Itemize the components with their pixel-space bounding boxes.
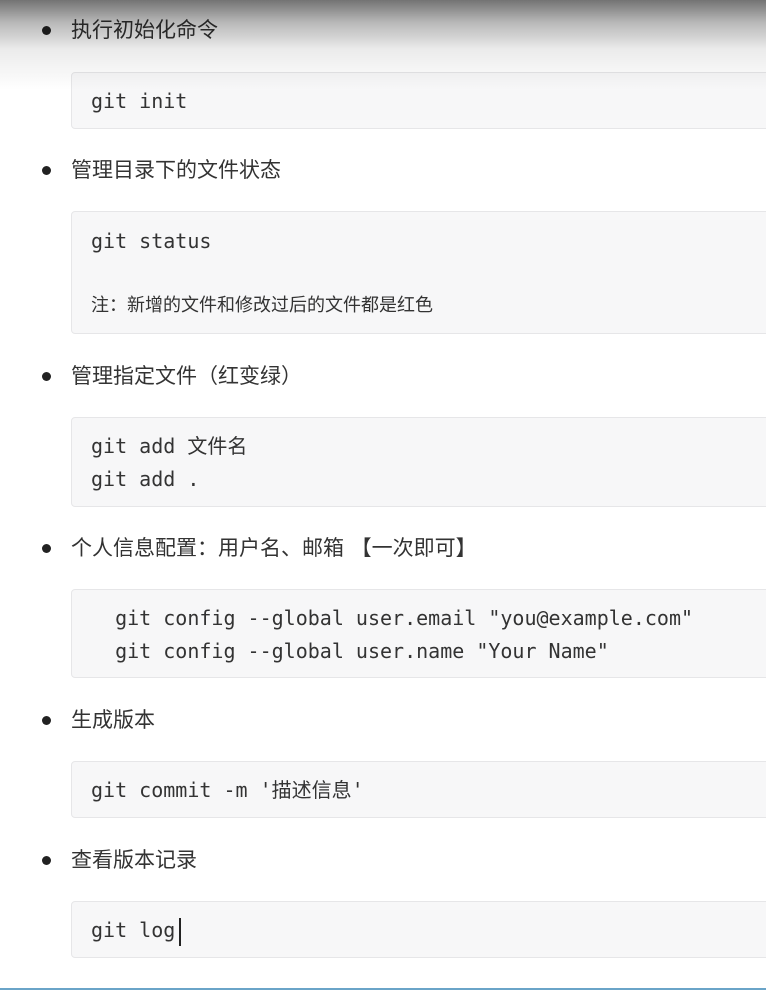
- section-heading: 生成版本: [71, 708, 155, 732]
- code-line: git commit -m '描述信息': [91, 778, 364, 802]
- code-line: git init: [91, 89, 188, 113]
- code-block[interactable]: git init: [71, 72, 766, 129]
- section-heading: 查看版本记录: [71, 848, 197, 872]
- code-block[interactable]: git log: [71, 901, 766, 958]
- section-heading: 个人信息配置：用户名、邮箱 【一次即可】: [71, 536, 477, 560]
- code-line: git status: [91, 229, 212, 253]
- bullet-icon: [42, 716, 51, 725]
- section-heading: 执行初始化命令: [71, 18, 218, 42]
- code-line-with-caret[interactable]: git log: [91, 915, 182, 946]
- code-line: git config --global user.email "you@exam…: [91, 606, 694, 630]
- bottom-border-bar: [0, 988, 766, 1001]
- bullet-icon: [42, 372, 51, 381]
- code-block[interactable]: git status 注：新增的文件和修改过后的文件都是红色: [71, 211, 766, 334]
- text-cursor: [179, 917, 182, 946]
- code-line: git add .: [91, 467, 200, 491]
- code-line: git config --global user.name "Your Name…: [91, 639, 609, 663]
- bullet-icon: [42, 166, 51, 175]
- section-heading: 管理目录下的文件状态: [71, 158, 281, 182]
- bullet-icon: [42, 26, 51, 35]
- code-block[interactable]: git add 文件名 git add .: [71, 417, 766, 507]
- code-line: git add 文件名: [91, 434, 248, 458]
- code-block[interactable]: git commit -m '描述信息': [71, 761, 766, 818]
- code-line: git log: [91, 918, 176, 942]
- bullet-icon: [42, 544, 51, 553]
- code-block[interactable]: git config --global user.email "you@exam…: [71, 589, 766, 678]
- code-note: 注：新增的文件和修改过后的文件都是红色: [91, 295, 433, 316]
- bullet-icon: [42, 856, 51, 865]
- section-heading: 管理指定文件（红变绿）: [71, 364, 302, 388]
